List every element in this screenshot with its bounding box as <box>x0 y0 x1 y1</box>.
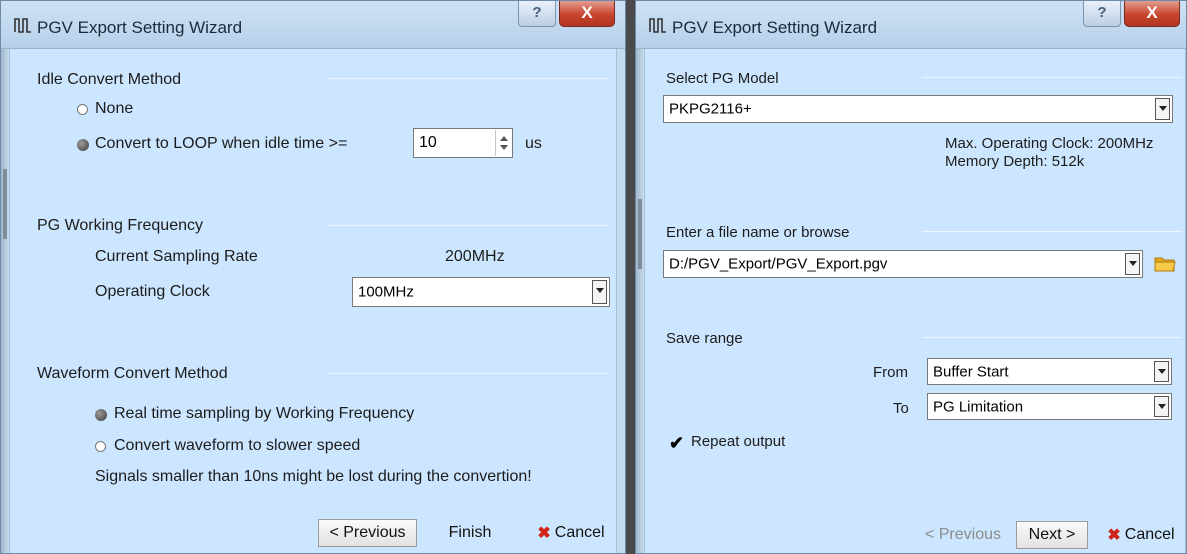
wizard-page-output: Select PG Model PKPG2116+ Max. Operating… <box>644 49 1186 553</box>
cancel-button-label: Cancel <box>1124 526 1175 543</box>
operating-clock-value: 100MHz <box>358 283 414 301</box>
range-to-label: To <box>893 400 909 417</box>
dropdown-arrow-icon[interactable] <box>1154 396 1169 417</box>
close-icon: X <box>1146 3 1158 22</box>
folder-icon[interactable] <box>1154 255 1176 273</box>
finish-button-label: Finish <box>448 524 492 541</box>
section-divider <box>327 373 607 374</box>
spinner-icon[interactable] <box>495 130 511 156</box>
repeat-output-label[interactable]: Repeat output <box>691 433 785 450</box>
help-button[interactable]: ? <box>518 1 556 27</box>
range-from-select[interactable]: Buffer Start <box>927 358 1172 385</box>
dropdown-arrow-icon[interactable] <box>1155 98 1170 120</box>
dropdown-arrow-icon[interactable] <box>1154 361 1169 382</box>
left-edge-scrollbar[interactable] <box>1 49 9 553</box>
close-icon: X <box>581 3 593 22</box>
previous-button-label: < Previous <box>329 524 406 541</box>
section-divider <box>922 231 1182 232</box>
pg-model-heading: Select PG Model <box>666 70 779 87</box>
cancel-button[interactable]: ✖ Cancel <box>1095 521 1187 549</box>
wizard-window-right: PGV Export Setting Wizard ? X Select PG … <box>635 0 1187 554</box>
idle-time-spinner[interactable]: 10 <box>413 128 513 158</box>
left-edge-scrollbar[interactable] <box>636 49 644 553</box>
window-title: PGV Export Setting Wizard <box>672 18 878 37</box>
radio-slower-speed[interactable] <box>95 441 106 452</box>
repeat-output-checkbox[interactable]: ✔ <box>669 434 687 452</box>
idle-time-unit: us <box>525 135 542 152</box>
range-from-label: From <box>873 364 908 381</box>
radio-realtime-sampling[interactable] <box>95 409 107 421</box>
pg-model-select[interactable]: PKPG2116+ <box>663 95 1173 123</box>
pg-frequency-heading: PG Working Frequency <box>37 217 203 234</box>
conversion-warning: Signals smaller than 10ns might be lost … <box>95 468 532 485</box>
radio-convert-loop[interactable] <box>77 139 89 151</box>
window-title: PGV Export Setting Wizard <box>37 18 243 37</box>
next-button[interactable]: Next > <box>1016 521 1088 549</box>
file-name-heading: Enter a file name or browse <box>666 224 850 241</box>
file-path-combo[interactable]: D:/PGV_Export/PGV_Export.pgv <box>663 250 1143 278</box>
cancel-button[interactable]: ✖ Cancel <box>524 519 618 547</box>
memory-depth-info: Memory Depth: 512k <box>945 153 1085 170</box>
dropdown-arrow-icon[interactable] <box>592 280 607 304</box>
previous-button[interactable]: < Previous <box>318 519 417 547</box>
wizard-page-conversion: Idle Convert Method None Convert to LOOP… <box>9 49 617 553</box>
next-button-label: Next > <box>1028 526 1076 543</box>
radio-realtime-sampling-label[interactable]: Real time sampling by Working Frequency <box>114 405 414 423</box>
pg-logo-icon <box>649 18 666 33</box>
pg-logo-icon <box>14 18 31 33</box>
range-to-select[interactable]: PG Limitation <box>927 393 1172 420</box>
sampling-rate-label: Current Sampling Rate <box>95 248 258 265</box>
dropdown-arrow-icon[interactable] <box>1125 253 1140 275</box>
cancel-x-icon: ✖ <box>1107 527 1121 544</box>
radio-none[interactable] <box>77 104 88 115</box>
section-divider <box>327 225 607 226</box>
help-icon: ? <box>1097 4 1107 21</box>
idle-convert-heading: Idle Convert Method <box>37 71 182 88</box>
operating-clock-select[interactable]: 100MHz <box>352 277 610 307</box>
title-bar[interactable]: PGV Export Setting Wizard ? X <box>636 1 1186 49</box>
radio-none-label[interactable]: None <box>95 100 133 118</box>
section-divider <box>922 337 1182 338</box>
sampling-rate-value: 200MHz <box>445 248 505 265</box>
cancel-button-label: Cancel <box>554 524 605 541</box>
previous-button[interactable]: < Previous <box>913 521 1013 549</box>
section-divider <box>327 78 607 79</box>
finish-button[interactable]: Finish <box>424 519 516 547</box>
close-button[interactable]: X <box>559 1 615 27</box>
operating-clock-label: Operating Clock <box>95 283 210 300</box>
save-range-heading: Save range <box>666 330 743 347</box>
wizard-window-left: PGV Export Setting Wizard ? X Idle Conve… <box>0 0 626 554</box>
pg-model-value: PKPG2116+ <box>669 100 752 118</box>
range-from-value: Buffer Start <box>933 363 1009 380</box>
previous-button-label: < Previous <box>924 526 1002 543</box>
title-bar[interactable]: PGV Export Setting Wizard ? X <box>1 1 625 49</box>
waveform-convert-heading: Waveform Convert Method <box>37 365 228 382</box>
help-icon: ? <box>532 4 542 21</box>
idle-time-value: 10 <box>419 134 437 151</box>
file-path-value: D:/PGV_Export/PGV_Export.pgv <box>669 255 888 273</box>
range-to-value: PG Limitation <box>933 398 1024 415</box>
help-button[interactable]: ? <box>1083 1 1121 27</box>
radio-slower-speed-label[interactable]: Convert waveform to slower speed <box>114 437 360 455</box>
radio-convert-loop-label[interactable]: Convert to LOOP when idle time >= <box>95 135 347 153</box>
close-button[interactable]: X <box>1124 1 1180 27</box>
cancel-x-icon: ✖ <box>537 525 551 542</box>
max-clock-info: Max. Operating Clock: 200MHz <box>945 135 1154 152</box>
section-divider <box>922 77 1182 78</box>
